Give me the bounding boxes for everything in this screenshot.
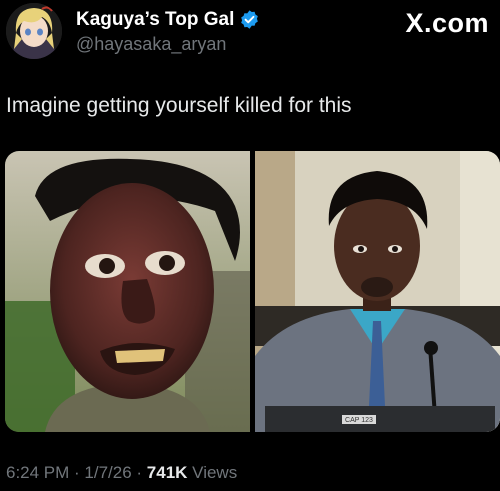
- author-handle[interactable]: @hayasaka_aryan: [76, 34, 226, 55]
- separator-dot: ·: [131, 463, 147, 482]
- x-com-watermark: X.com: [405, 8, 489, 38]
- portrait-closeup-image: [5, 151, 250, 432]
- verified-badge-icon: [241, 10, 258, 29]
- media-photo-left[interactable]: [5, 151, 250, 432]
- post-date[interactable]: 1/7/26: [84, 463, 131, 482]
- laptop-sticker-label: CAP 123: [345, 417, 373, 424]
- portrait-hearing-image: CAP 123: [255, 151, 500, 432]
- avatar[interactable]: [6, 3, 62, 59]
- post-media[interactable]: CAP 123: [5, 151, 500, 432]
- post-header: Kaguya’s Top Gal @hayasaka_aryan X.com: [0, 0, 500, 70]
- author-display-name[interactable]: Kaguya’s Top Gal: [76, 9, 234, 31]
- separator-dot: ·: [69, 463, 85, 482]
- avatar-image: [6, 3, 62, 59]
- post-text: Imagine getting yourself killed for this: [6, 94, 352, 117]
- views-label: Views: [187, 463, 238, 482]
- views-count[interactable]: 741K: [147, 463, 188, 482]
- media-photo-right[interactable]: CAP 123: [255, 151, 500, 432]
- post-time[interactable]: 6:24 PM: [6, 463, 69, 482]
- post-timestamp-row[interactable]: 6:24 PM · 1/7/26 · 741K Views: [6, 463, 237, 483]
